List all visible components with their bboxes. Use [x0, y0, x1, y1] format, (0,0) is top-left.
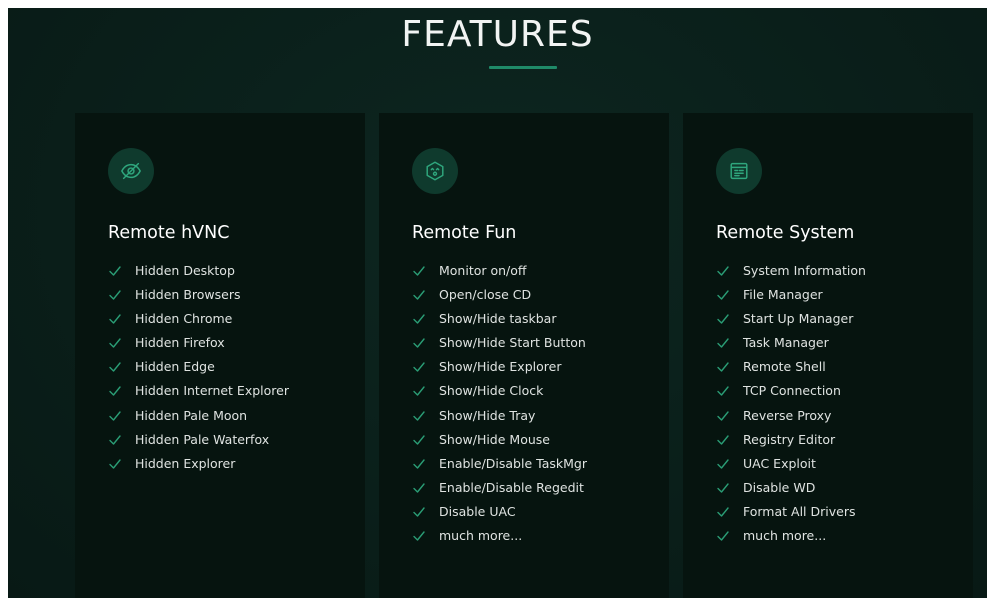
feature-item: File Manager [716, 288, 866, 312]
feature-item: Enable/Disable TaskMgr [412, 456, 587, 481]
feature-item: Hidden Internet Explorer [108, 384, 289, 408]
card-icon-circle [412, 148, 458, 194]
check-icon [716, 360, 730, 374]
feature-list: Monitor on/off Open/close CD Show/Hide t… [412, 264, 587, 553]
check-icon [716, 264, 730, 278]
features-section: FEATURES Remote hVNC Hidden Desktop Hidd… [8, 8, 987, 598]
feature-item: much more... [412, 529, 587, 553]
feature-item: Show/Hide Tray [412, 408, 587, 433]
check-icon [716, 288, 730, 302]
card-title: Remote Fun [412, 223, 517, 243]
feature-item: Open/close CD [412, 288, 587, 312]
check-icon [108, 433, 122, 447]
feature-item: Monitor on/off [412, 264, 587, 288]
check-icon [108, 264, 122, 278]
check-icon [108, 312, 122, 326]
check-icon [108, 384, 122, 398]
feature-item: Show/Hide Clock [412, 384, 587, 408]
check-icon [108, 360, 122, 374]
feature-item: Task Manager [716, 336, 866, 360]
check-icon [108, 457, 122, 471]
card-title: Remote System [716, 223, 855, 243]
feature-list: Hidden Desktop Hidden Browsers Hidden Ch… [108, 264, 289, 481]
check-icon [716, 384, 730, 398]
check-icon [108, 409, 122, 423]
feature-item: Hidden Firefox [108, 336, 289, 360]
feature-item: Hidden Explorer [108, 456, 289, 481]
feature-card-remote-hvnc: Remote hVNC Hidden Desktop Hidden Browse… [75, 113, 365, 598]
check-icon [412, 505, 426, 519]
check-icon [412, 409, 426, 423]
check-icon [412, 264, 426, 278]
feature-item: Hidden Edge [108, 360, 289, 384]
card-icon-circle [716, 148, 762, 194]
check-icon [412, 457, 426, 471]
feature-card-remote-system: Remote System System Information File Ma… [683, 113, 973, 598]
feature-item: Reverse Proxy [716, 408, 866, 433]
check-icon [108, 336, 122, 350]
feature-item: System Information [716, 264, 866, 288]
feature-item: Hidden Pale Waterfox [108, 432, 289, 457]
check-icon [412, 384, 426, 398]
check-icon [716, 433, 730, 447]
check-icon [716, 457, 730, 471]
check-icon [716, 336, 730, 350]
check-icon [108, 288, 122, 302]
feature-item: Enable/Disable Regedit [412, 480, 587, 505]
feature-item: Show/Hide taskbar [412, 312, 587, 336]
card-icon-circle [108, 148, 154, 194]
check-icon [716, 529, 730, 543]
feature-item: Format All Drivers [716, 504, 866, 529]
feature-item: TCP Connection [716, 384, 866, 408]
feature-item: much more... [716, 529, 866, 553]
feature-item: Hidden Browsers [108, 288, 289, 312]
check-icon [412, 336, 426, 350]
feature-item: Show/Hide Explorer [412, 360, 587, 384]
check-icon [412, 481, 426, 495]
feature-item: Show/Hide Start Button [412, 336, 587, 360]
check-icon [716, 481, 730, 495]
face-icon [426, 161, 444, 181]
feature-item: Start Up Manager [716, 312, 866, 336]
system-window-icon [730, 162, 748, 180]
eye-off-icon [121, 162, 141, 180]
section-title: FEATURES [401, 14, 594, 55]
title-underline [489, 66, 557, 69]
check-icon [716, 312, 730, 326]
check-icon [412, 433, 426, 447]
feature-item: UAC Exploit [716, 456, 866, 481]
feature-card-remote-fun: Remote Fun Monitor on/off Open/close CD … [379, 113, 669, 598]
card-title: Remote hVNC [108, 223, 230, 243]
feature-item: Hidden Pale Moon [108, 408, 289, 433]
feature-list: System Information File Manager Start Up… [716, 264, 866, 553]
feature-item: Disable WD [716, 480, 866, 505]
feature-item: Hidden Chrome [108, 312, 289, 336]
feature-item: Remote Shell [716, 360, 866, 384]
feature-item: Registry Editor [716, 432, 866, 457]
check-icon [412, 529, 426, 543]
check-icon [412, 312, 426, 326]
check-icon [716, 505, 730, 519]
check-icon [716, 409, 730, 423]
feature-item: Show/Hide Mouse [412, 432, 587, 457]
check-icon [412, 360, 426, 374]
feature-item: Hidden Desktop [108, 264, 289, 288]
feature-item: Disable UAC [412, 504, 587, 529]
check-icon [412, 288, 426, 302]
